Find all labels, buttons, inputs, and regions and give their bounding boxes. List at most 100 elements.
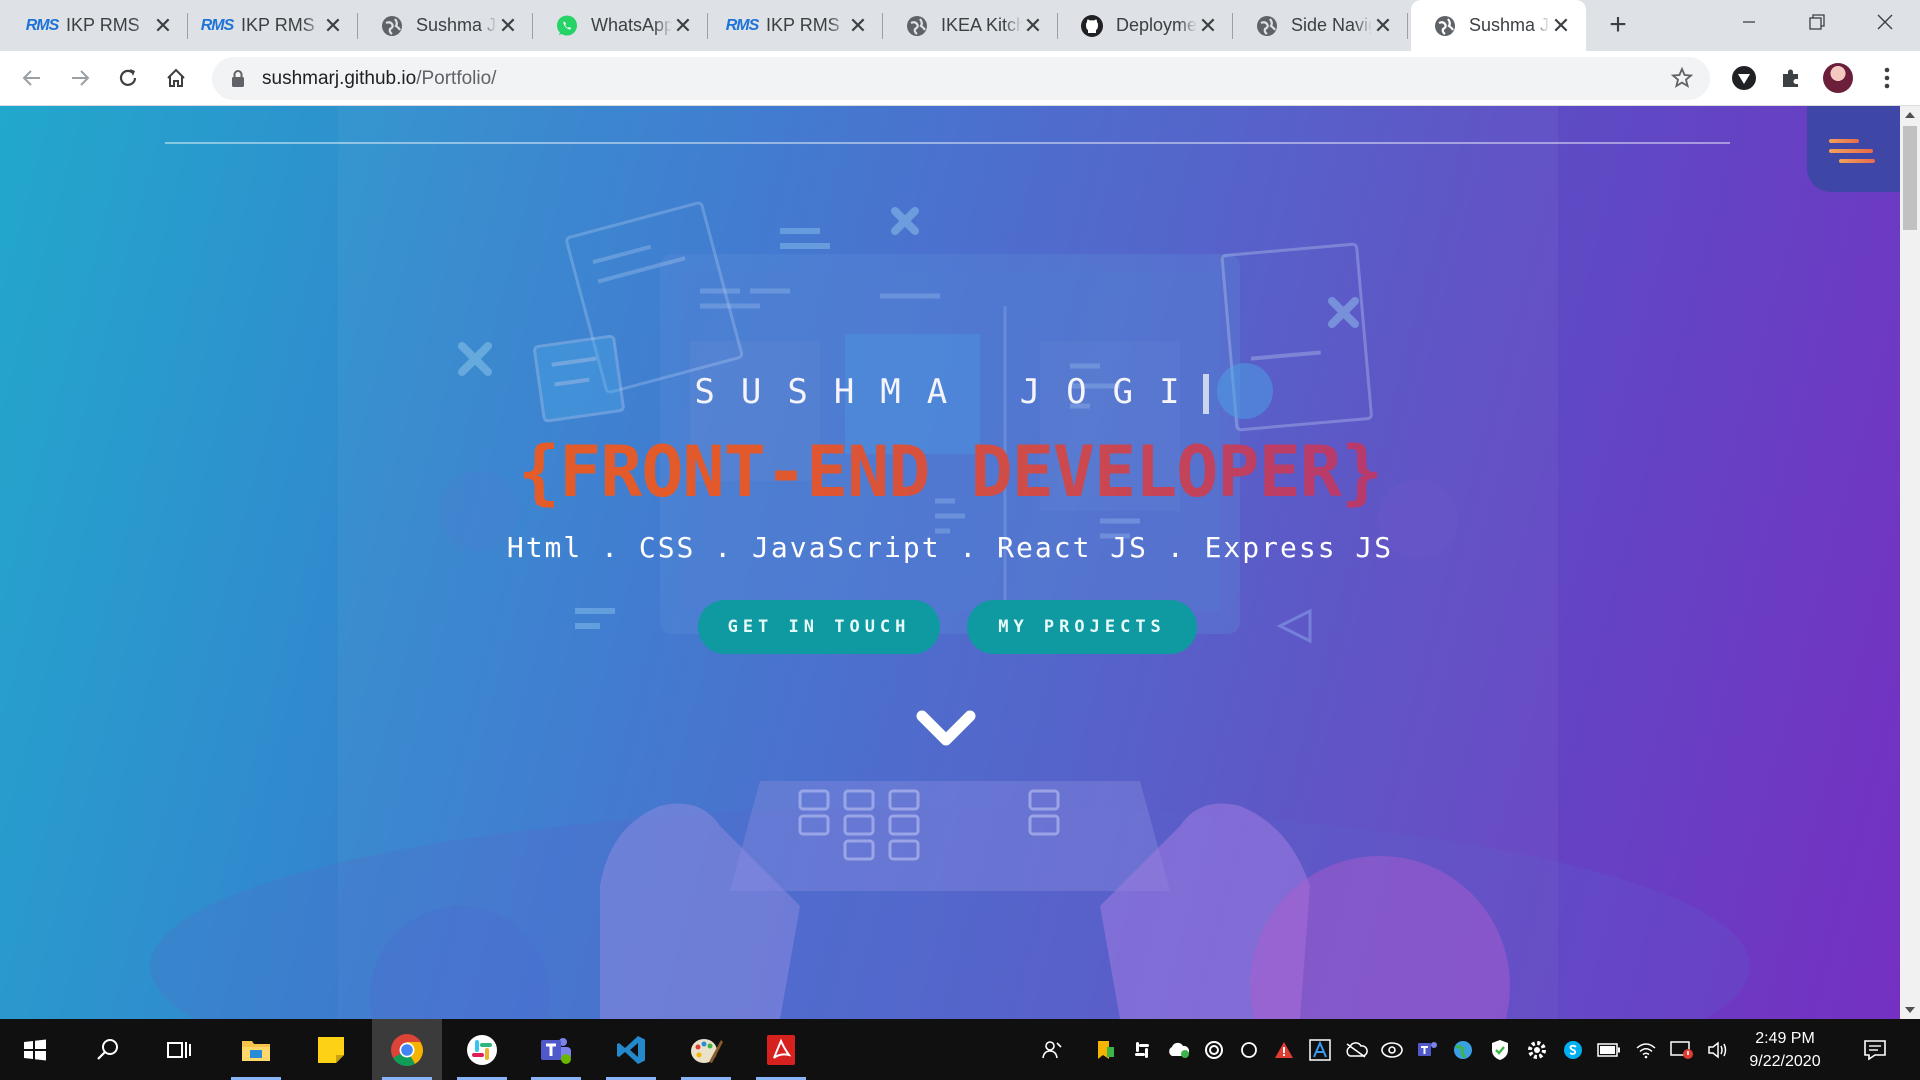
display-alert-icon[interactable] — [1670, 1038, 1694, 1062]
settings-gear-icon[interactable] — [1525, 1038, 1549, 1062]
clock-date: 9/22/2020 — [1749, 1053, 1821, 1070]
browser-menu-icon[interactable] — [1872, 63, 1902, 93]
close-tab-icon[interactable]: ✕ — [847, 14, 869, 37]
close-tab-icon[interactable]: ✕ — [672, 14, 694, 37]
close-window-button[interactable] — [1850, 0, 1920, 44]
tab-deployments[interactable]: Deployments ✕ — [1058, 0, 1233, 51]
wifi-icon[interactable] — [1634, 1038, 1658, 1062]
scroll-down-chevron-icon[interactable] — [916, 708, 976, 748]
slack-button[interactable] — [451, 1019, 513, 1080]
spiral-app-icon[interactable] — [1202, 1038, 1226, 1062]
close-tab-icon[interactable]: ✕ — [152, 14, 174, 37]
tab-ikp-rms-3[interactable]: RMS IKP RMS ✕ — [708, 0, 883, 51]
new-tab-button[interactable]: + — [1598, 6, 1638, 46]
tab-ikp-rms-1[interactable]: RMS IKP RMS ✕ — [8, 0, 188, 51]
get-in-touch-button[interactable]: GET IN TOUCH — [698, 600, 940, 654]
tab-ikp-rms-2[interactable]: RMS IKP RMS ✕ — [183, 0, 358, 51]
battery-icon[interactable] — [1597, 1038, 1621, 1062]
skype-icon[interactable] — [1561, 1038, 1585, 1062]
onedrive-offline-icon[interactable] — [1344, 1038, 1368, 1062]
slack-icon — [467, 1034, 497, 1065]
globe-icon — [905, 14, 929, 38]
globe-icon — [1255, 14, 1279, 38]
paint-icon — [691, 1038, 723, 1063]
windows-start-button[interactable] — [4, 1019, 66, 1080]
my-projects-button[interactable]: MY PROJECTS — [967, 600, 1197, 654]
font-app-icon[interactable] — [1308, 1038, 1332, 1062]
close-tab-icon[interactable]: ✕ — [1372, 14, 1394, 37]
tab-title: Side Navigation — [1291, 15, 1372, 35]
restore-icon — [1809, 14, 1825, 30]
chrome-button[interactable] — [372, 1019, 442, 1080]
teams-tray-icon[interactable] — [1416, 1038, 1440, 1062]
people-icon[interactable] — [1040, 1038, 1064, 1062]
sticky-notes-icon — [318, 1036, 344, 1063]
url-text: sushmarj.github.io/Portfolio/ — [262, 68, 496, 90]
vpn-extension-icon[interactable] — [1729, 63, 1759, 93]
tab-sushma-jogi-active[interactable]: Sushma Jogi ✕ — [1411, 0, 1586, 51]
system-clock[interactable]: 2:49 PM 9/22/2020 — [1730, 1027, 1840, 1073]
tab-ikea-kitchen[interactable]: IKEA Kitchen ✕ — [883, 0, 1058, 51]
globe-icon — [1433, 14, 1457, 38]
globe-icon — [380, 14, 404, 38]
vertical-scrollbar[interactable] — [1900, 106, 1920, 1019]
extensions-puzzle-icon[interactable] — [1776, 63, 1806, 93]
bookmark-star-icon[interactable] — [1670, 66, 1694, 95]
back-arrow-icon — [22, 70, 40, 86]
profile-avatar[interactable] — [1823, 63, 1853, 93]
tab-whatsapp[interactable]: WhatsApp ✕ — [533, 0, 708, 51]
vscode-icon — [617, 1035, 645, 1064]
tab-sushma-jogi-1[interactable]: Sushma Jogi ✕ — [358, 0, 533, 51]
task-view-button[interactable] — [148, 1019, 210, 1080]
tab-title: Sushma Jogi — [1469, 15, 1550, 35]
tab-side-navigation[interactable]: Side Navigation ✕ — [1233, 0, 1408, 51]
github-icon — [1080, 14, 1104, 38]
volume-icon[interactable] — [1706, 1038, 1730, 1062]
close-tab-icon[interactable]: ✕ — [497, 14, 519, 37]
restore-button[interactable] — [1782, 0, 1852, 44]
globe-network-icon[interactable] — [1451, 1038, 1475, 1062]
acrobat-icon — [767, 1034, 795, 1065]
reload-button[interactable] — [109, 59, 147, 97]
close-tab-icon[interactable]: ✕ — [1022, 14, 1044, 37]
tab-title: Deployments — [1116, 15, 1197, 35]
close-tab-icon[interactable]: ✕ — [322, 14, 344, 37]
cortana-circle-icon[interactable] — [1237, 1038, 1261, 1062]
paint-button[interactable] — [675, 1019, 737, 1080]
minimize-icon — [1743, 21, 1755, 23]
creative-cloud-icon[interactable] — [1380, 1038, 1404, 1062]
file-explorer-icon — [242, 1040, 270, 1061]
close-tab-icon[interactable]: ✕ — [1197, 14, 1219, 37]
scrollbar-thumb[interactable] — [1903, 126, 1917, 230]
tab-title: WhatsApp — [591, 15, 672, 35]
teams-button[interactable] — [525, 1019, 587, 1080]
close-tab-icon[interactable]: ✕ — [1550, 14, 1572, 37]
defender-shield-icon[interactable] — [1488, 1038, 1512, 1062]
minimize-button[interactable] — [1714, 0, 1784, 44]
scroll-up-arrow-icon[interactable] — [1905, 112, 1915, 118]
file-explorer-button[interactable] — [225, 1019, 287, 1080]
forward-button[interactable] — [61, 59, 99, 97]
tab-title: Sushma Jogi — [416, 15, 497, 35]
forward-arrow-icon — [72, 70, 90, 86]
sticky-notes-button[interactable] — [300, 1019, 362, 1080]
vscode-button[interactable] — [600, 1019, 662, 1080]
slack-tray-icon[interactable] — [1130, 1038, 1154, 1062]
close-icon — [1877, 14, 1893, 30]
onedrive-cloud-icon[interactable] — [1166, 1038, 1190, 1062]
back-button[interactable] — [13, 59, 51, 97]
search-button[interactable] — [77, 1019, 139, 1080]
reload-icon — [119, 69, 137, 86]
header-divider — [165, 142, 1730, 144]
task-view-icon — [167, 1041, 191, 1058]
hamburger-menu-button[interactable] — [1807, 106, 1900, 192]
security-alert-icon[interactable] — [1272, 1038, 1296, 1062]
shield-flag-icon[interactable] — [1093, 1038, 1117, 1062]
hero-skills: Html . CSS . JavaScript . React JS . Exp… — [506, 531, 1394, 564]
home-button[interactable] — [157, 59, 195, 97]
scroll-down-arrow-icon[interactable] — [1905, 1007, 1915, 1013]
action-center-icon[interactable] — [1860, 1038, 1890, 1062]
typing-cursor — [1203, 374, 1209, 414]
address-bar[interactable]: sushmarj.github.io/Portfolio/ — [212, 57, 1710, 100]
acrobat-button[interactable] — [750, 1019, 812, 1080]
